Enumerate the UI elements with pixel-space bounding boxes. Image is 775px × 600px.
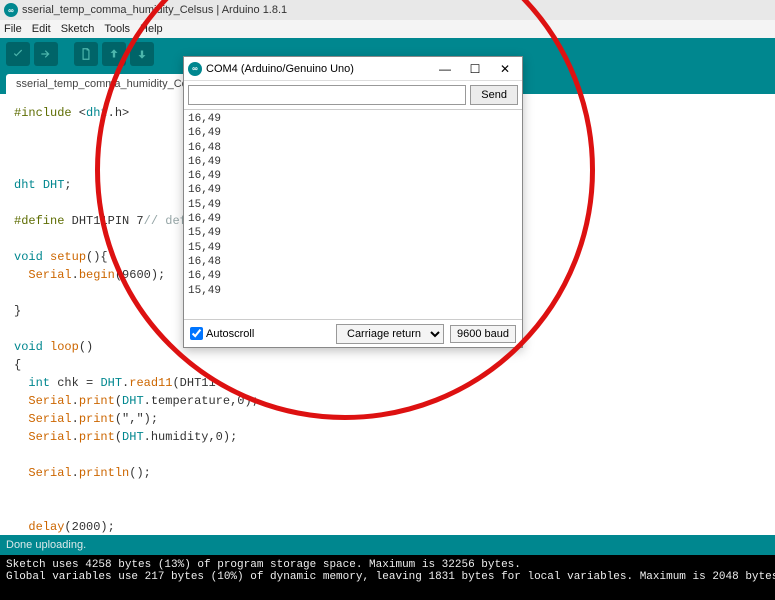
status-bar: Done uploading. (0, 535, 775, 555)
maximize-button[interactable]: ☐ (462, 62, 488, 76)
baud-select[interactable]: 9600 baud (450, 325, 516, 343)
menu-edit[interactable]: Edit (32, 23, 51, 35)
serial-titlebar: ∞ COM4 (Arduino/Genuino Uno) — ☐ ✕ (184, 57, 522, 81)
send-button[interactable]: Send (470, 85, 518, 105)
autoscroll-toggle[interactable]: Autoscroll (190, 327, 254, 340)
sketch-tab[interactable]: sserial_temp_comma_humidity_Cel (6, 74, 210, 94)
serial-footer: Autoscroll Carriage return 9600 baud (184, 319, 522, 347)
line-ending-select[interactable]: Carriage return (336, 324, 444, 344)
verify-button[interactable] (6, 42, 30, 66)
serial-input-row: Send (184, 81, 522, 110)
status-text: Done uploading. (6, 539, 86, 551)
serial-monitor-window: ∞ COM4 (Arduino/Genuino Uno) — ☐ ✕ Send … (183, 56, 523, 348)
open-button[interactable] (102, 42, 126, 66)
menu-tools[interactable]: Tools (104, 23, 130, 35)
console-output: Sketch uses 4258 bytes (13%) of program … (0, 555, 775, 600)
serial-input-field[interactable] (188, 85, 466, 105)
autoscroll-checkbox[interactable] (190, 327, 203, 340)
menu-file[interactable]: File (4, 23, 22, 35)
autoscroll-label: Autoscroll (206, 328, 254, 340)
serial-output-area[interactable]: 16,49 16,49 16,48 16,49 16,49 16,49 15,4… (184, 110, 522, 319)
arrow-right-icon (39, 47, 53, 61)
window-title: sserial_temp_comma_humidity_Celsus | Ard… (22, 4, 287, 16)
close-button[interactable]: ✕ (492, 62, 518, 76)
save-button[interactable] (130, 42, 154, 66)
serial-window-title: COM4 (Arduino/Genuino Uno) (206, 63, 354, 75)
arrow-up-icon (107, 47, 121, 61)
sketch-tab-label: sserial_temp_comma_humidity_Cel (16, 78, 190, 90)
check-icon (11, 47, 25, 61)
file-icon (79, 47, 93, 61)
arduino-logo-icon: ∞ (188, 62, 202, 76)
minimize-button[interactable]: — (432, 62, 458, 76)
arduino-logo-icon: ∞ (4, 3, 18, 17)
menu-sketch[interactable]: Sketch (61, 23, 95, 35)
arrow-down-icon (135, 47, 149, 61)
upload-button[interactable] (34, 42, 58, 66)
titlebar: ∞ sserial_temp_comma_humidity_Celsus | A… (0, 0, 775, 20)
new-button[interactable] (74, 42, 98, 66)
menu-help[interactable]: Help (140, 23, 163, 35)
menubar: File Edit Sketch Tools Help (0, 20, 775, 38)
